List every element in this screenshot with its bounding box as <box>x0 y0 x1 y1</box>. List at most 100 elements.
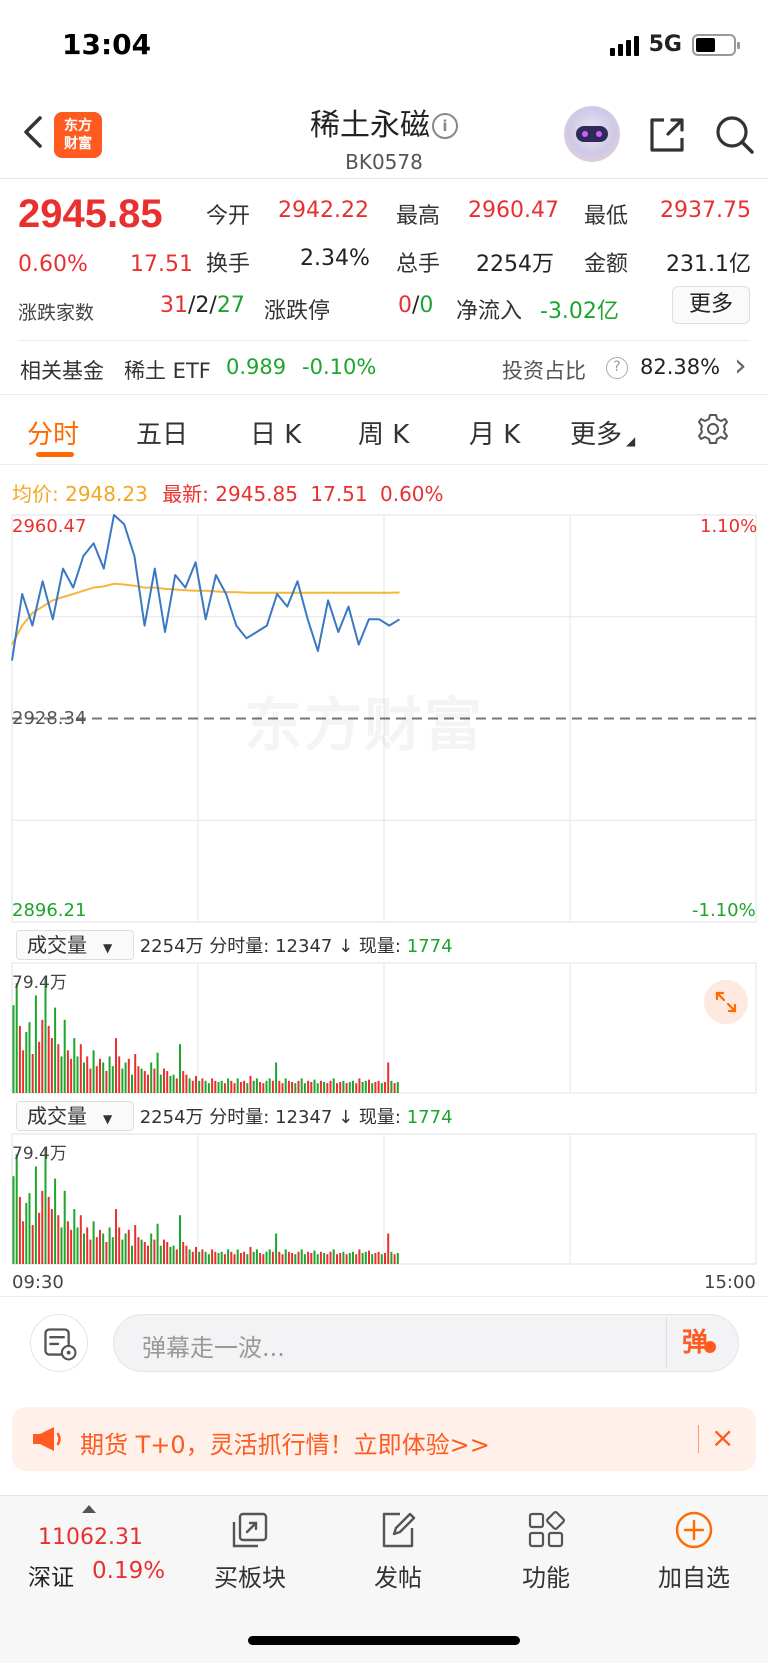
danmu-send-button[interactable]: 弹 <box>682 1322 717 1359</box>
volume-bar <box>281 1083 284 1093</box>
nav-functions[interactable]: 功能 <box>486 1558 606 1593</box>
post-icon[interactable] <box>378 1510 418 1550</box>
info-icon[interactable]: i <box>432 113 458 139</box>
index-value[interactable]: 11062.31 <box>38 1525 143 1550</box>
avg-price-label: 均价: <box>12 482 59 506</box>
minute-volume-label: 分时量: <box>209 1107 270 1128</box>
tab-intraday[interactable]: 分时 <box>27 414 79 451</box>
volume-bar <box>249 1246 252 1264</box>
volume-bar <box>140 1239 143 1264</box>
limit-label: 涨跌停 <box>264 299 331 324</box>
index-name[interactable]: 深证 <box>28 1558 74 1592</box>
volume-bar <box>345 1083 348 1093</box>
tab-five-day[interactable]: 五日 <box>136 414 188 451</box>
turnover-value: 2.34% <box>300 246 370 271</box>
volume-bar <box>243 1080 246 1093</box>
tab-monthly-k[interactable]: 月 K <box>469 414 520 451</box>
volume-bar <box>185 1074 188 1093</box>
volume-bar <box>137 1066 140 1093</box>
volume-bar <box>332 1078 335 1093</box>
volume-bar <box>291 1253 294 1264</box>
open-value: 2942.22 <box>278 198 369 223</box>
volume-bar <box>76 1227 79 1264</box>
nav-post[interactable]: 发帖 <box>338 1558 458 1593</box>
message-settings-icon[interactable] <box>30 1314 88 1372</box>
close-icon[interactable]: × <box>711 1421 734 1454</box>
volume-bar <box>268 1078 271 1093</box>
volume-bar <box>95 1237 98 1264</box>
add-watchlist-icon[interactable] <box>674 1510 714 1550</box>
down-arrow-icon: ↓ <box>338 936 354 957</box>
volume-bar <box>265 1080 268 1093</box>
home-indicator[interactable] <box>248 1636 520 1645</box>
low-value: 2937.75 <box>660 198 751 223</box>
volume-bar <box>179 1215 181 1264</box>
volume-bar <box>214 1080 217 1093</box>
volume-bar <box>198 1251 201 1264</box>
volume-bar <box>195 1075 197 1093</box>
volume-header: 成交量 ▼ 2254万 分时量: 12347 ↓ 现量: 1774 <box>16 1101 453 1131</box>
volume-bar <box>313 1079 316 1093</box>
volume-bar <box>390 1080 393 1093</box>
megaphone-icon <box>33 1427 61 1451</box>
volume-bar <box>348 1253 351 1264</box>
volume-bar <box>169 1075 172 1093</box>
buy-sector-icon[interactable] <box>230 1510 270 1550</box>
volume-bar <box>271 1251 274 1264</box>
network-label: 5G <box>648 32 682 57</box>
help-icon[interactable]: ? <box>606 357 628 379</box>
promo-text[interactable]: 期货 T+0，灵活抓行情！立即体验>> <box>80 1425 490 1460</box>
volume-bar <box>230 1080 233 1093</box>
status-time: 13:04 <box>62 28 152 61</box>
volume-selector[interactable]: 成交量 ▼ <box>16 930 134 960</box>
volume-bar <box>255 1078 258 1093</box>
volume-bar <box>66 1050 69 1093</box>
volume-bar <box>287 1080 290 1093</box>
volume-bar <box>307 1251 310 1264</box>
more-button[interactable]: 更多 <box>672 286 750 324</box>
volume-bar <box>124 1062 127 1093</box>
volume-bar <box>38 1212 41 1264</box>
volume-bar <box>18 1196 21 1264</box>
expand-icon[interactable] <box>704 980 748 1024</box>
volume-bar <box>364 1251 367 1264</box>
volume-bar <box>131 1245 133 1264</box>
volume-bar <box>211 1249 214 1264</box>
volume-bar <box>73 1209 76 1264</box>
volume-bar <box>204 1080 207 1093</box>
grid-functions-icon[interactable] <box>526 1510 566 1550</box>
x-start-label: 09:30 <box>12 1272 64 1293</box>
search-icon[interactable] <box>714 114 756 156</box>
chevron-right-icon[interactable]: › <box>734 346 747 384</box>
gear-icon[interactable] <box>696 412 730 446</box>
volume-selector-label: 成交量 <box>27 1104 87 1128</box>
tab-daily-k[interactable]: 日 K <box>250 414 301 451</box>
volume-bar <box>329 1080 332 1093</box>
intraday-chart[interactable] <box>0 505 768 1305</box>
volume-bar <box>233 1254 236 1264</box>
breadth-values: 31/2/27 <box>160 293 245 318</box>
volume-bar <box>57 1044 60 1093</box>
assistant-robot-icon[interactable] <box>564 106 620 162</box>
share-icon[interactable] <box>646 114 688 156</box>
nav-add-watchlist[interactable]: 加自选 <box>634 1558 754 1593</box>
net-inflow-label: 净流入 <box>456 299 523 324</box>
volume-bar <box>227 1249 230 1264</box>
index-pct[interactable]: 0.19% <box>92 1558 165 1584</box>
volume-bar <box>268 1249 271 1264</box>
volume-bar <box>265 1251 268 1264</box>
volume-bar <box>105 1071 108 1093</box>
volume-bar <box>159 1245 162 1264</box>
volume-selector[interactable]: 成交量 ▼ <box>16 1101 134 1131</box>
volume-bar <box>368 1250 370 1264</box>
volume-bar <box>377 1251 380 1264</box>
nav-buy-sector[interactable]: 买板块 <box>190 1558 310 1593</box>
y-min-label: 2896.21 <box>12 900 87 921</box>
volume-bar <box>342 1251 345 1264</box>
volume-bar <box>54 1007 57 1093</box>
volume-bar <box>336 1254 338 1264</box>
tab-more[interactable]: 更多 ◢ <box>570 414 635 451</box>
amount-label: 金额 <box>584 252 629 277</box>
volume-bar <box>121 1239 124 1264</box>
tab-weekly-k[interactable]: 周 K <box>358 414 409 451</box>
